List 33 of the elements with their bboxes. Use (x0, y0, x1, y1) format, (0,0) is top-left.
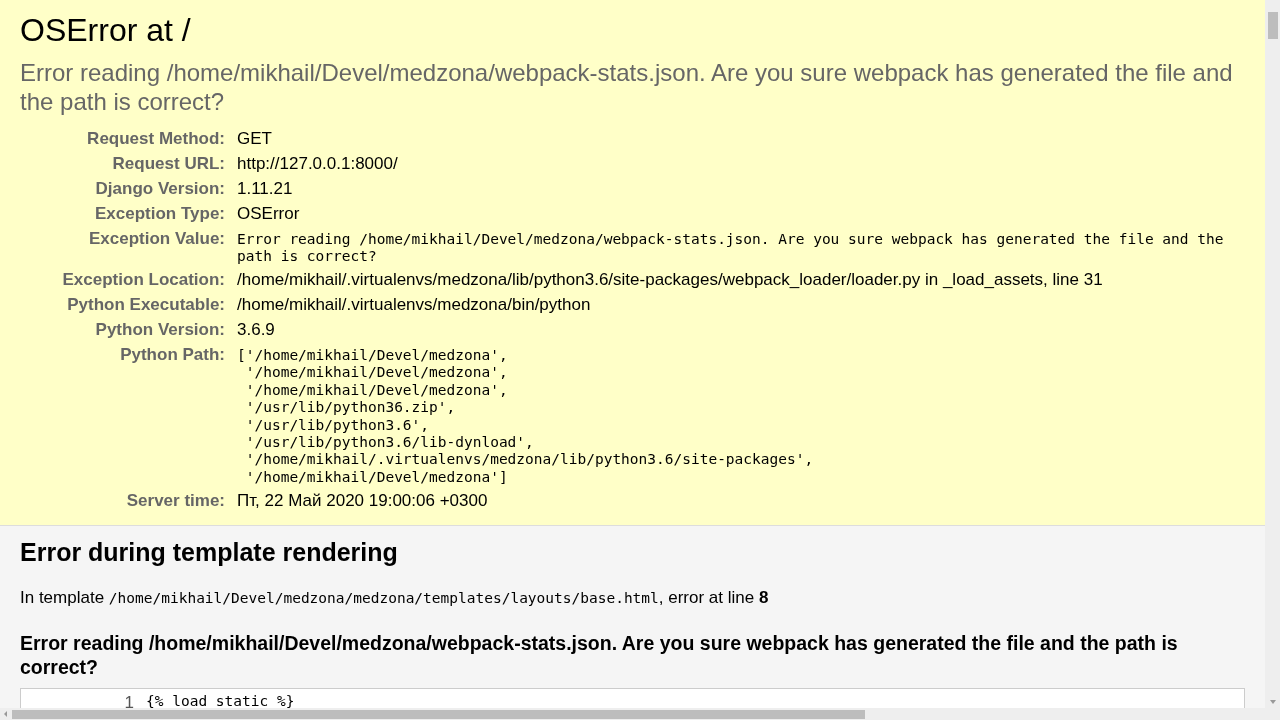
scroll-left-icon[interactable] (2, 710, 10, 718)
meta-value: OSError (237, 204, 300, 223)
meta-value: Пт, 22 Май 2020 19:00:06 +0300 (237, 491, 488, 511)
meta-label: Python Executable: (20, 292, 237, 317)
scroll-down-icon[interactable] (1268, 698, 1277, 706)
template-error-message: In template /home/mikhail/Devel/medzona/medzona/templates/layouts/base.html, error at line 8 (20, 587, 770, 610)
error-message-heading: Error reading /home/mikhail/Devel/medzona/webpack-stats.json. Are you sure webpack has generated the file and the path is correct? (20, 630, 1179, 679)
meta-value: /home/mikhail/.virtualenvs/medzona/lib/python3.6/site-packages/webpack_loader/loader.py in _load_assets, line 31 (237, 270, 1103, 289)
meta-label: Python Path: (119, 344, 226, 366)
meta-value: /home/mikhail/.virtualenvs/medzona/bin/python (237, 295, 591, 314)
vertical-scrollbar[interactable] (1265, 0, 1280, 720)
line-number: 1 (123, 691, 135, 708)
meta-value: GET (237, 129, 272, 148)
meta-label: Server time: (125, 490, 226, 513)
meta-label: Django Version: (94, 178, 226, 200)
horizontal-scrollbar[interactable] (0, 708, 1265, 720)
meta-label: Request Method: (20, 126, 237, 151)
meta-label: Request URL: (111, 153, 226, 175)
page-title: OSError at / (20, 11, 192, 50)
python-path-list: ['/home/mikhail/Devel/medzona', '/home/mikhail/Devel/medzona', '/home/mikhail/Devel/medzona', '/usr/lib/python36.zip', '/usr/lib/python3.6', '/usr/lib/python3.6/lib-dynload', '/home/mikhail/.virtualenvs/medzona/lib/python3.6/site-packages', '/home/mikhail/Devel/medzona'] (237, 344, 1237, 487)
meta-value: 1.11.21 (237, 179, 293, 198)
scrollbar-thumb[interactable] (12, 709, 865, 719)
scrollbar-thumb[interactable] (1267, 12, 1278, 39)
meta-value: http://127.0.0.1:8000/ (237, 154, 398, 173)
exception-value: Error reading /home/mikhail/Devel/medzona/webpack-stats.json. Are you sure webpack has generated the file and the path is correct? (237, 230, 1225, 265)
meta-label: Exception Value: (87, 228, 226, 250)
section-heading: Error during template rendering (20, 537, 399, 569)
meta-label: Exception Type: (20, 201, 237, 226)
meta-value: 3.6.9 (237, 320, 275, 339)
source-line: {% load static %} (146, 691, 295, 708)
meta-label: Python Version: (20, 317, 237, 342)
meta-label: Exception Location: (20, 267, 237, 292)
error-subtitle: Error reading /home/mikhail/Devel/medzona/webpack-stats.json. Are you sure webpack has generated the file and the path is correct? (20, 58, 1234, 116)
